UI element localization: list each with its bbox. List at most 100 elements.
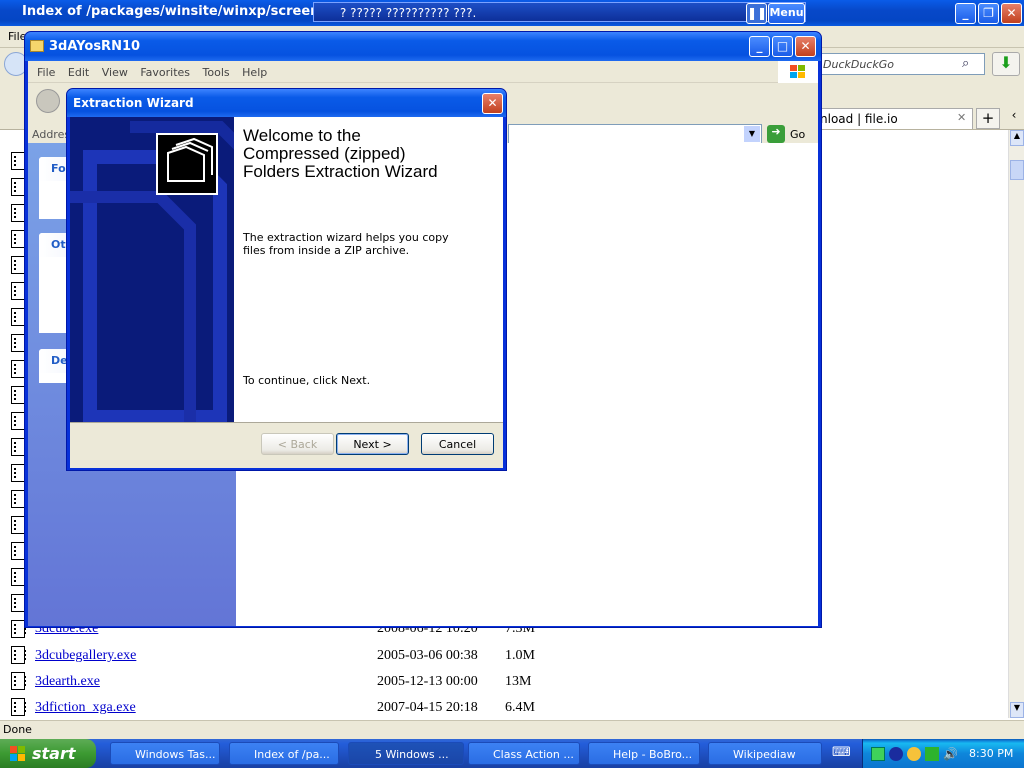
scroll-down-icon[interactable]: ▼ [1010, 702, 1024, 718]
explorer-title-bar[interactable]: 3dAYosRN10 _ □ ✕ [25, 32, 821, 61]
taskbar-item[interactable]: 5 Windows ... [348, 742, 464, 765]
go-arrow-icon[interactable]: ➜ [767, 125, 785, 143]
next-button[interactable]: Next > [336, 433, 409, 455]
menu-favorites[interactable]: Favorites [140, 66, 190, 79]
menu-view[interactable]: View [102, 66, 128, 79]
file-date: 2007-04-15 20:18 [377, 700, 478, 715]
minimize-button[interactable]: _ [955, 3, 976, 24]
search-input[interactable]: DuckDuckGo [819, 53, 985, 75]
explorer-maximize-button[interactable]: □ [772, 36, 793, 57]
file-icon [11, 308, 26, 326]
wizard-description: The extraction wizard helps you copy fil… [243, 231, 449, 257]
volume-icon[interactable]: 🔊 [943, 747, 958, 761]
address-input[interactable]: ▼ [508, 124, 762, 144]
download-icon[interactable]: ⬇ [992, 52, 1020, 76]
file-link[interactable]: 3dcubegallery.exe [35, 648, 136, 664]
file-icon [11, 230, 26, 248]
file-link[interactable]: 3dfiction_xga.exe [35, 700, 136, 716]
menu-edit[interactable]: Edit [68, 66, 89, 79]
tray-smiley-icon[interactable] [907, 747, 921, 761]
file-icon [11, 672, 26, 690]
explorer-minimize-button[interactable]: _ [749, 36, 770, 57]
wizard-body: Welcome to the Compressed (zipped) Folde… [70, 117, 503, 468]
wizard-content: Welcome to the Compressed (zipped) Folde… [234, 117, 503, 422]
explorer-menu-bar: File Edit View Favorites Tools Help [28, 61, 818, 83]
wizard-title-bar[interactable]: Extraction Wizard ✕ [67, 89, 506, 117]
taskbar-item[interactable]: Help - BoBro... [588, 742, 700, 765]
menu-help[interactable]: Help [242, 66, 267, 79]
browser-title-bar: Index of /packages/winsite/winxp/screens… [0, 0, 1024, 26]
file-link[interactable]: 3dearth.exe [35, 674, 100, 690]
cancel-button[interactable]: Cancel [421, 433, 494, 455]
clock[interactable]: 8:30 PM [969, 747, 1013, 760]
file-icon [11, 620, 26, 638]
tab-label: nload | file.io [820, 112, 898, 126]
back-button[interactable]: < Back [261, 433, 334, 455]
browser-title: Index of /packages/winsite/winxp/screens… [22, 4, 360, 19]
folders-icon [156, 133, 218, 195]
unknown-file-icon [11, 256, 26, 274]
scroll-thumb[interactable] [1010, 160, 1024, 180]
windows-flag-icon [10, 746, 26, 761]
tab-fileio[interactable]: nload | file.io ✕ [815, 108, 973, 129]
wizard-continue-text: To continue, click Next. [243, 374, 371, 387]
file-icon [11, 646, 26, 664]
explorer-back-icon[interactable] [36, 89, 60, 113]
file-icon [11, 594, 26, 612]
status-text: Done [3, 723, 32, 736]
file-icon [11, 152, 26, 170]
file-icon [11, 438, 26, 456]
explorer-close-button[interactable]: ✕ [795, 36, 816, 57]
wizard-heading: Welcome to the Compressed (zipped) Folde… [243, 126, 438, 181]
wizard-close-button[interactable]: ✕ [482, 93, 503, 114]
new-tab-button[interactable]: + [976, 108, 1000, 129]
tab-close-icon[interactable]: ✕ [957, 111, 966, 124]
file-date: 2005-03-06 00:38 [377, 648, 478, 663]
file-icon [11, 178, 26, 196]
banner: ? ????? ?????????? ???. [313, 2, 806, 22]
file-size: 6.4M [505, 700, 535, 715]
file-icon [11, 360, 26, 378]
wizard-button-bar: < Back Next > Cancel [70, 422, 503, 468]
menu-tools[interactable]: Tools [203, 66, 230, 79]
scroll-up-icon[interactable]: ▲ [1010, 130, 1024, 146]
start-button[interactable]: start [0, 739, 96, 768]
address-dropdown-icon[interactable]: ▼ [744, 126, 760, 142]
file-size: 1.0M [505, 648, 535, 663]
close-button[interactable]: ✕ [1001, 3, 1022, 24]
system-tray: 🔊 8:30 PM [862, 739, 1024, 768]
tray-app-icon[interactable] [871, 747, 885, 761]
keyboard-icon[interactable]: ⌨ [832, 745, 851, 761]
file-icon [11, 282, 26, 300]
file-size: 13M [505, 674, 532, 689]
search-icon[interactable]: ⌕ [962, 56, 969, 71]
wizard-banner [70, 117, 234, 422]
menu-button[interactable]: Menu [768, 3, 805, 24]
file-icon [11, 464, 26, 482]
go-button[interactable]: Go [790, 128, 805, 141]
taskbar-item[interactable]: Wikipediaw [708, 742, 822, 765]
taskbar-item[interactable]: Class Action ... [468, 742, 580, 765]
zip-folder-icon [30, 40, 44, 52]
banner-text: ? ????? ?????????? ???. [340, 6, 477, 20]
address-label: Addres [32, 128, 71, 141]
tab-list-button[interactable]: ‹ [1004, 108, 1024, 129]
file-icon [11, 204, 26, 222]
file-date: 2005-12-13 00:00 [377, 674, 478, 689]
wizard-title: Extraction Wizard [73, 96, 194, 110]
file-icon [11, 412, 26, 430]
start-label: start [32, 744, 76, 763]
file-icon [11, 698, 26, 716]
maximize-button[interactable]: ❐ [978, 3, 999, 24]
status-bar: Done [0, 720, 1024, 739]
taskbar-item[interactable]: Windows Tas... [110, 742, 220, 765]
tray-green-icon[interactable] [925, 747, 939, 761]
page-scrollbar[interactable]: ▲ ▼ [1008, 130, 1024, 718]
file-icon [11, 568, 26, 586]
file-icon [11, 516, 26, 534]
taskbar-item[interactable]: Index of /pa... [229, 742, 339, 765]
pause-button[interactable]: ❚❚ [746, 3, 767, 24]
file-icon [11, 542, 26, 560]
tray-user-icon[interactable] [889, 747, 903, 761]
menu-file[interactable]: File [37, 66, 55, 79]
